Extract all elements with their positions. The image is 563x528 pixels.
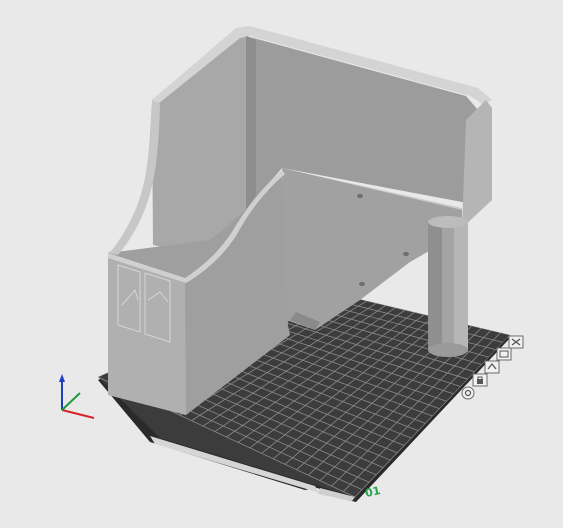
model-left-curve-edge bbox=[108, 100, 160, 255]
3d-viewport[interactable]: 01 bbox=[0, 0, 563, 528]
viewport-canvas[interactable]: 01 bbox=[0, 0, 563, 528]
orient-plate-icon[interactable] bbox=[484, 360, 500, 374]
axis-gizmo bbox=[59, 374, 95, 419]
x-axis-line bbox=[61, 409, 95, 419]
close-plate-icon[interactable] bbox=[508, 335, 524, 349]
z-axis-arrow-icon bbox=[59, 374, 65, 382]
plate-settings-icon[interactable] bbox=[461, 386, 475, 400]
lock-plate-icon[interactable] bbox=[472, 373, 488, 387]
y-axis-line bbox=[61, 392, 81, 411]
model-inner-corner bbox=[246, 36, 256, 210]
plate-number-label: 01 bbox=[364, 484, 382, 500]
arrange-plate-icon[interactable] bbox=[496, 347, 512, 361]
model-support-leg bbox=[428, 216, 468, 357]
